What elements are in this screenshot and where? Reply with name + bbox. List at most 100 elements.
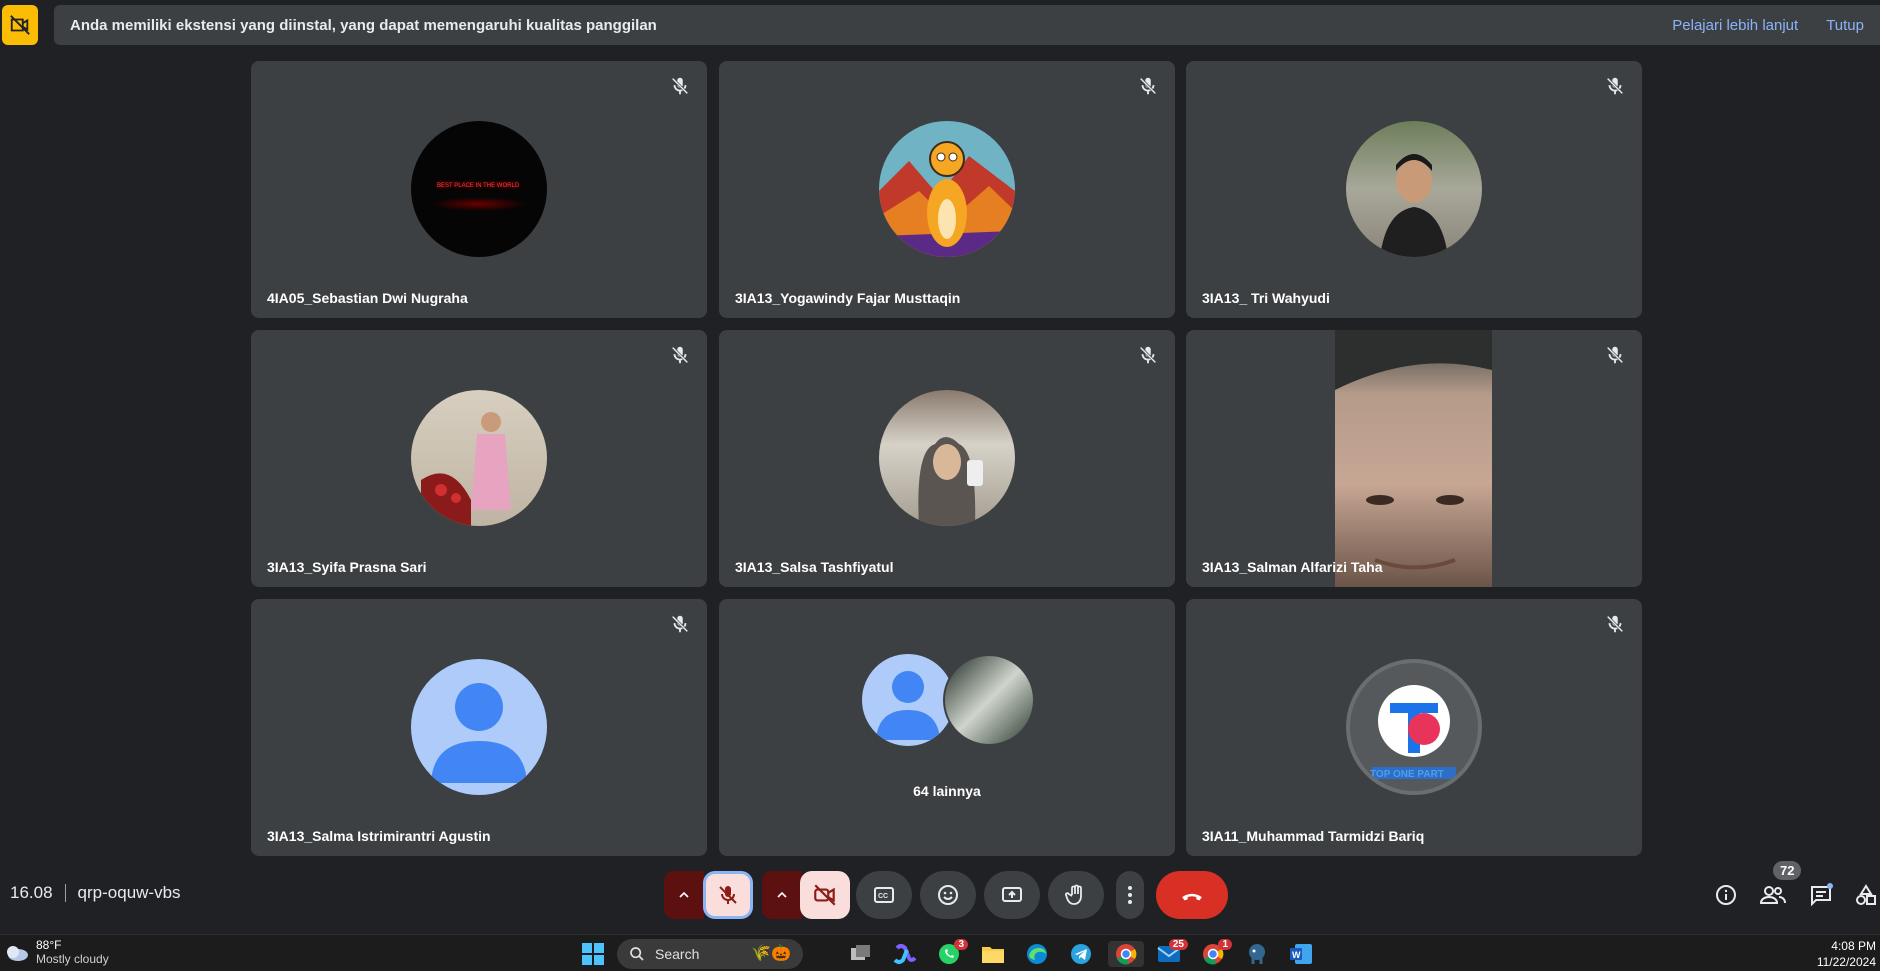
chevron-up-icon <box>777 891 787 898</box>
avatar <box>943 654 1035 746</box>
whatsapp-badge: 3 <box>954 939 968 950</box>
microphone-toggle-button[interactable] <box>703 871 753 919</box>
activities-icon <box>1856 884 1876 905</box>
telegram-icon[interactable] <box>1068 941 1094 967</box>
activities-button[interactable] <box>1852 881 1880 909</box>
mic-off-icon <box>719 886 737 904</box>
more-vert-icon <box>1128 886 1132 904</box>
end-call-icon <box>1182 893 1202 901</box>
video-feed <box>1335 330 1492 587</box>
raise-hand-button[interactable] <box>1048 871 1104 919</box>
search-label: Search <box>655 946 700 962</box>
chrome-icon[interactable] <box>1108 941 1144 967</box>
system-clock[interactable]: 4:08 PM 11/22/2024 <box>1817 938 1876 970</box>
people-icon <box>1760 886 1786 904</box>
others-count-label: 64 lainnya <box>913 783 981 799</box>
windows-logo-icon <box>582 943 604 965</box>
hand-icon <box>1065 884 1082 905</box>
reactions-button[interactable] <box>920 871 976 919</box>
mic-off-icon <box>1606 346 1624 364</box>
others-tile[interactable]: 64 lainnya <box>719 599 1175 856</box>
avatar <box>411 390 547 526</box>
default-avatar-icon <box>862 654 954 746</box>
participant-tile[interactable]: 3IA13_Yogawindy Fajar Musttaqin <box>719 61 1175 318</box>
participant-tile[interactable]: 3IA13_Salman Alfarizi Taha <box>1186 330 1642 587</box>
chat-button[interactable] <box>1807 881 1835 909</box>
chrome-badge: 1 <box>1218 939 1232 950</box>
participant-count-badge: 72 <box>1773 861 1802 880</box>
svg-text:CC: CC <box>878 893 888 900</box>
participant-name: 4IA05_Sebastian Dwi Nugraha <box>267 290 468 306</box>
participant-name: 3IA13_Salman Alfarizi Taha <box>1202 559 1383 575</box>
task-view-icon[interactable] <box>848 941 874 967</box>
participant-name: 3IA13_Yogawindy Fajar Musttaqin <box>735 290 961 306</box>
people-button[interactable] <box>1759 881 1787 909</box>
more-options-button[interactable] <box>1116 871 1144 919</box>
copilot-icon[interactable] <box>892 941 918 967</box>
mic-off-icon <box>671 346 689 364</box>
weather-widget[interactable]: 88°F Mostly cloudy <box>4 938 109 966</box>
default-avatar-icon <box>411 659 547 795</box>
whatsapp-icon[interactable]: 3 <box>936 939 968 967</box>
mic-off-icon <box>1139 346 1157 364</box>
mic-off-icon <box>1139 77 1157 95</box>
word-icon[interactable]: W <box>1288 941 1314 967</box>
participant-name: 3IA13_Salma Istrimirantri Agustin <box>267 828 491 844</box>
present-screen-icon <box>1002 887 1022 902</box>
no-video-extension-icon <box>2 5 38 45</box>
mic-off-icon <box>671 77 689 95</box>
participant-name: 3IA13_Salsa Tashfiyatul <box>735 559 894 575</box>
file-explorer-icon[interactable] <box>980 941 1006 967</box>
participant-tile[interactable]: 3IA13_Salma Istrimirantri Agustin <box>251 599 707 856</box>
close-banner-link[interactable]: Tutup <box>1826 17 1864 34</box>
camera-toggle-button[interactable] <box>800 871 850 919</box>
harvest-icon: 🌾🎃 <box>751 945 791 962</box>
closed-captions-icon: CC <box>874 887 894 903</box>
mic-off-icon <box>1606 615 1624 633</box>
meeting-code: qrp-oquw-vbs <box>77 883 181 902</box>
participant-tile[interactable]: 3IA13_Salsa Tashfiyatul <box>719 330 1175 587</box>
audio-options-button[interactable] <box>664 871 704 919</box>
chat-icon <box>1811 883 1833 907</box>
participant-tile[interactable]: TOP ONE PART 3IA11_Muhammad Tarmidzi Bar… <box>1186 599 1642 856</box>
participant-tile[interactable]: 3IA13_Syifa Prasna Sari <box>251 330 707 587</box>
captions-button[interactable]: CC <box>856 871 912 919</box>
participant-name: 3IA11_Muhammad Tarmidzi Bariq <box>1202 828 1425 844</box>
avatar <box>1346 121 1482 257</box>
participant-tile[interactable]: 3IA13_ Tri Wahyudi <box>1186 61 1642 318</box>
participant-name: 3IA13_ Tri Wahyudi <box>1202 290 1330 306</box>
mail-icon[interactable]: 25 <box>1156 939 1188 967</box>
svg-text:W: W <box>1292 950 1301 960</box>
present-screen-button[interactable] <box>984 871 1040 919</box>
meeting-details-button[interactable] <box>1712 881 1740 909</box>
participant-tile[interactable]: BEST PLACE IN THE WORLD 4IA05_Sebastian … <box>251 61 707 318</box>
learn-more-link[interactable]: Pelajari lebih lanjut <box>1672 17 1798 34</box>
cloud-icon <box>7 946 28 961</box>
participant-name: 3IA13_Syifa Prasna Sari <box>267 559 427 575</box>
weather-temp: 88°F <box>36 938 62 952</box>
chevron-up-icon <box>679 891 689 898</box>
taskbar-search-box[interactable]: Search 🌾🎃 <box>617 939 803 969</box>
postgresql-icon[interactable] <box>1244 941 1270 967</box>
meeting-info: 16.08 qrp-oquw-vbs <box>10 883 181 903</box>
mic-off-icon <box>1606 77 1624 95</box>
edge-browser-icon[interactable] <box>1024 941 1050 967</box>
info-icon <box>1716 885 1736 905</box>
banner-message: Anda memiliki ekstensi yang diinstal, ya… <box>70 16 657 34</box>
search-icon <box>630 947 644 961</box>
mail-badge: 25 <box>1168 939 1188 950</box>
clock-time: 4:08 PM <box>1831 939 1876 953</box>
avatar: BEST PLACE IN THE WORLD <box>411 121 547 257</box>
emoji-icon <box>938 885 958 905</box>
leave-call-button[interactable] <box>1156 871 1228 919</box>
weather-description: Mostly cloudy <box>36 952 109 966</box>
avatar-overlay-text: BEST PLACE IN THE WORLD <box>437 183 520 189</box>
video-off-icon <box>814 884 836 906</box>
video-options-button[interactable] <box>762 871 802 919</box>
start-button[interactable] <box>580 941 606 967</box>
extension-warning-banner: Anda memiliki ekstensi yang diinstal, ya… <box>54 5 1880 45</box>
clock-date: 11/22/2024 <box>1816 955 1876 969</box>
chrome-profile-icon[interactable]: 1 <box>1200 939 1232 967</box>
meeting-time: 16.08 <box>10 883 53 902</box>
avatar <box>879 121 1015 257</box>
